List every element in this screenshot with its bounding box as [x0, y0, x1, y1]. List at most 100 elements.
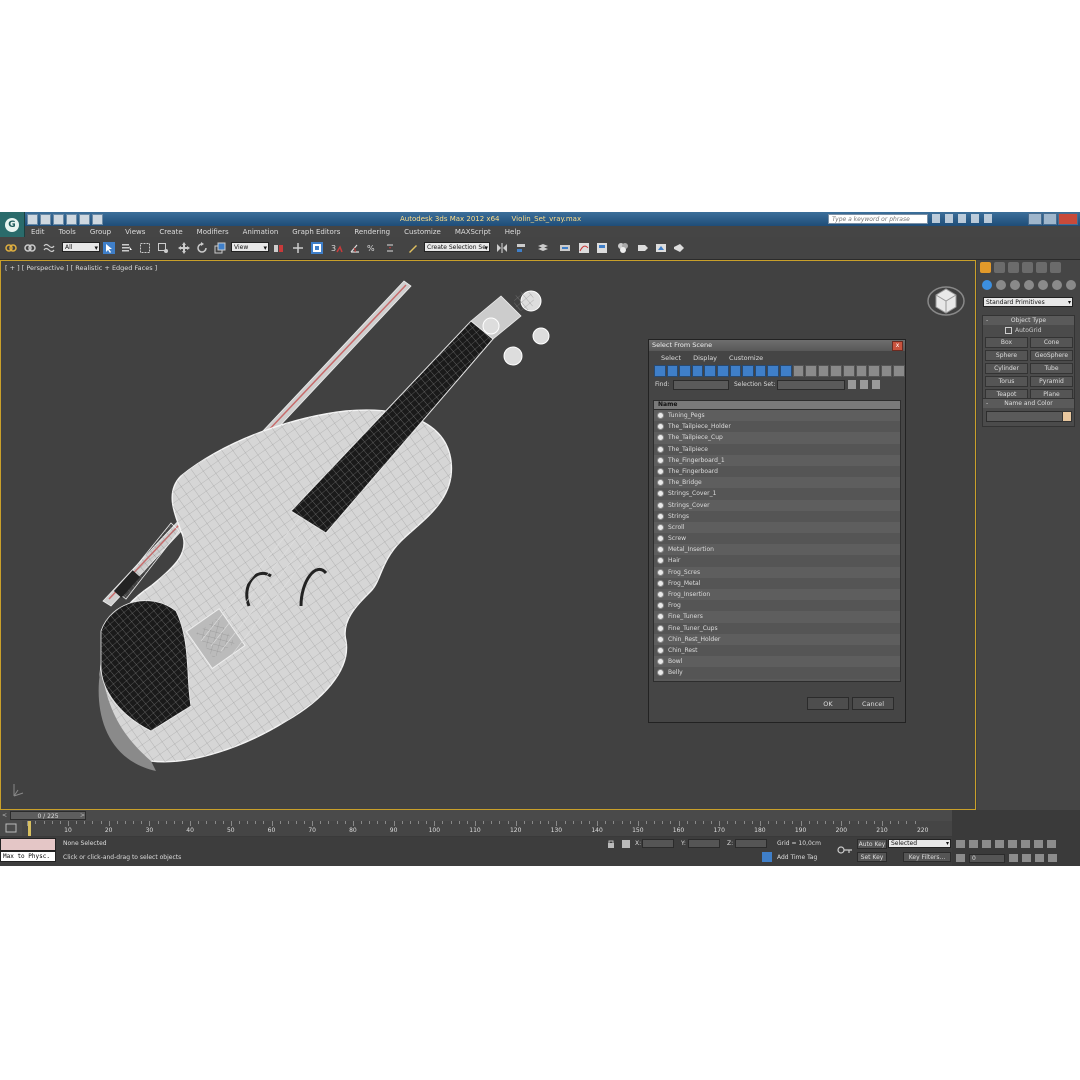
torus-button[interactable]: Torus	[985, 376, 1028, 387]
list-item[interactable]: The_Tailpiece_Cup	[654, 432, 900, 444]
save-file-icon[interactable]	[53, 214, 64, 225]
utilities-tab-icon[interactable]	[1050, 262, 1061, 273]
modify-tab-icon[interactable]	[994, 262, 1005, 273]
find-input[interactable]	[673, 380, 729, 390]
window-crossing-icon[interactable]	[157, 242, 169, 254]
x-coordinate-field[interactable]	[642, 839, 674, 848]
list-item[interactable]: Hair	[654, 555, 900, 567]
track-bar[interactable]: 10 20 30 40 50 60 70 80 90 100 110 120 130 140 150 160 1…	[22, 821, 952, 836]
cone-button[interactable]: Cone	[1030, 337, 1073, 348]
zoom-extents-icon[interactable]	[1047, 840, 1056, 848]
unlink-icon[interactable]	[24, 242, 36, 254]
mirror-icon[interactable]	[496, 242, 508, 254]
list-item[interactable]: Strings_Cover	[654, 499, 900, 511]
list-item[interactable]: The_Bridge	[654, 477, 900, 489]
y-coordinate-field[interactable]	[688, 839, 720, 848]
lock-selection-icon[interactable]	[607, 840, 615, 848]
maximize-button[interactable]	[1043, 213, 1057, 225]
scene-object-list[interactable]: Name Tuning_Pegs The_Tailpiece_Holder The_…	[653, 400, 901, 682]
time-slider[interactable]: < 0 / 225 >	[0, 810, 952, 821]
menu-rendering[interactable]: Rendering	[347, 226, 397, 237]
ok-button[interactable]: OK	[807, 697, 849, 710]
menu-tools[interactable]: Tools	[52, 226, 83, 237]
search-icon[interactable]	[932, 214, 940, 223]
selection-set-remove-icon[interactable]	[872, 380, 880, 389]
select-link-icon[interactable]	[5, 242, 17, 254]
display-groups-icon[interactable]	[729, 365, 742, 377]
open-file-icon[interactable]	[40, 214, 51, 225]
column-header-name[interactable]: Name	[654, 401, 900, 410]
maxscript-listener-output[interactable]	[0, 838, 56, 851]
set-key-icon[interactable]	[837, 845, 853, 855]
list-item[interactable]: The_Tailpiece	[654, 443, 900, 455]
sphere-button[interactable]: Sphere	[985, 350, 1028, 361]
list-item[interactable]: Strings_Cover_1	[654, 488, 900, 500]
new-file-icon[interactable]	[27, 214, 38, 225]
rendered-frame-window-icon[interactable]	[655, 242, 667, 254]
viewport-label[interactable]: [ + ] [ Perspective ] [ Realistic + Edge…	[5, 264, 157, 272]
select-object-icon[interactable]	[103, 242, 115, 254]
scale-icon[interactable]	[214, 242, 226, 254]
geosphere-button[interactable]: GeoSphere	[1030, 350, 1073, 361]
layer-manager-icon[interactable]	[537, 242, 549, 254]
pan-view-icon[interactable]	[1022, 854, 1031, 862]
rotate-icon[interactable]	[196, 242, 208, 254]
key-mode-toggle-icon[interactable]	[956, 854, 965, 862]
key-mode-dropdown[interactable]: Selected	[888, 839, 951, 848]
edit-named-selection-icon[interactable]	[407, 242, 419, 254]
display-bones-icon[interactable]	[754, 365, 767, 377]
object-type-title[interactable]: Object Type	[983, 316, 1074, 325]
list-item[interactable]: Frog_Scres	[654, 566, 900, 578]
graphite-modeling-tools-icon[interactable]	[559, 242, 571, 254]
list-item[interactable]: Frog_Insertion	[654, 589, 900, 601]
key-filters-button[interactable]: Key Filters...	[903, 852, 951, 862]
filter-options-icon[interactable]	[893, 365, 905, 377]
play-icon[interactable]	[982, 840, 991, 848]
display-geometry-icon[interactable]	[654, 365, 666, 377]
previous-frame-icon[interactable]	[969, 840, 978, 848]
next-frame-icon[interactable]	[995, 840, 1004, 848]
select-dependents-icon[interactable]	[842, 365, 855, 377]
material-editor-icon[interactable]	[617, 242, 629, 254]
box-button[interactable]: Box	[985, 337, 1028, 348]
list-item[interactable]: Scroll	[654, 521, 900, 534]
select-invert-icon[interactable]	[817, 365, 830, 377]
find-case-sensitive-icon[interactable]	[868, 365, 880, 377]
add-time-tag[interactable]: Add Time Tag	[777, 854, 817, 861]
dialog-menu-select[interactable]: Select	[655, 351, 687, 364]
keyboard-shortcut-override-icon[interactable]	[311, 242, 323, 254]
menu-customize[interactable]: Customize	[397, 226, 448, 237]
angle-snap-icon[interactable]	[349, 242, 361, 254]
subscription-icon[interactable]	[945, 214, 953, 223]
list-item[interactable]: The_Tailpiece_Holder	[654, 421, 900, 433]
perspective-viewport[interactable]: [ + ] [ Perspective ] [ Realistic + Edge…	[0, 260, 976, 810]
spinner-snap-icon[interactable]	[384, 242, 396, 254]
select-all-icon[interactable]	[792, 365, 805, 377]
menu-group[interactable]: Group	[83, 226, 118, 237]
render-setup-icon[interactable]	[637, 242, 649, 254]
pyramid-button[interactable]: Pyramid	[1030, 376, 1073, 387]
align-icon[interactable]	[516, 242, 528, 254]
list-item[interactable]: Tuning_Pegs	[654, 410, 900, 422]
cameras-icon[interactable]	[1024, 280, 1034, 290]
helpers-icon[interactable]	[1038, 280, 1048, 290]
maxscript-mini-listener[interactable]: Max to Physc.	[0, 851, 56, 862]
redo-icon[interactable]	[79, 214, 90, 225]
set-key-button[interactable]: Set Key	[857, 852, 887, 862]
menu-maxscript[interactable]: MAXScript	[448, 226, 498, 237]
select-by-name-icon[interactable]	[121, 242, 133, 254]
selection-filter-dropdown[interactable]: All	[62, 242, 100, 253]
selection-set-icon[interactable]	[848, 380, 856, 389]
help-search-input[interactable]: Type a keyword or phrase	[828, 214, 928, 224]
display-containers-icon[interactable]	[767, 365, 779, 377]
selection-set-edit-icon[interactable]	[860, 380, 868, 389]
display-space-warps-icon[interactable]	[716, 365, 729, 377]
snaps-toggle-icon[interactable]: 3	[331, 242, 343, 254]
list-item[interactable]: Screw	[654, 533, 900, 545]
go-to-end-icon[interactable]	[1008, 840, 1017, 848]
display-lights-icon[interactable]	[679, 365, 691, 377]
close-button[interactable]	[1058, 213, 1078, 225]
autogrid-checkbox[interactable]: AutoGrid	[1005, 327, 1074, 335]
systems-icon[interactable]	[1066, 280, 1076, 290]
selection-set-dropdown[interactable]	[777, 380, 845, 390]
